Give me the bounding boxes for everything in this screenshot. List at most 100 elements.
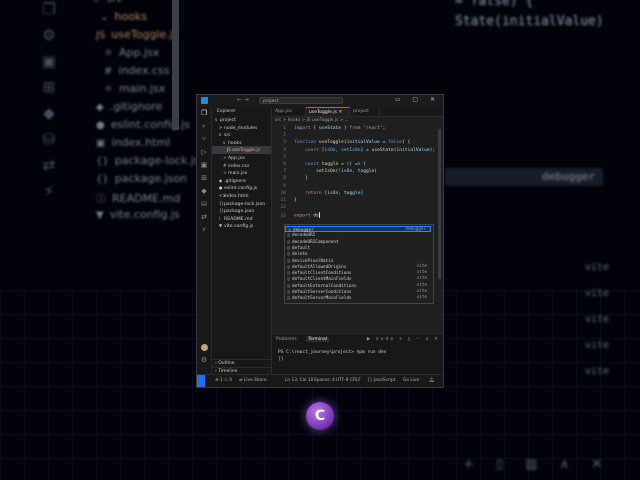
tab-problems[interactable]: Problems <box>276 337 297 342</box>
background-file-item: ◆ .gitignore <box>96 100 162 113</box>
code-line[interactable]: 8 } <box>272 176 442 183</box>
suggestion-item[interactable]: ◫ defaultAllowedOrigins vite <box>285 264 431 270</box>
code-line[interactable]: 10 return [isOn, toggle] <box>272 191 442 198</box>
encoding[interactable]: UTF-8 <box>336 378 349 383</box>
suggestion-item[interactable]: ◫ delete <box>285 251 431 257</box>
live-share-button[interactable]: ⇄ Live Share <box>239 378 267 383</box>
suggestion-item[interactable]: ◫ defaultServerConditions vite <box>285 289 431 295</box>
tab-app-jsx[interactable]: App.jsx <box>272 107 306 116</box>
suggestion-item[interactable]: ◫ decodeURI <box>285 232 431 238</box>
line-number: 1 <box>283 126 286 131</box>
problems-count[interactable]: ⊗ 1 ⚠ 0 <box>215 378 232 383</box>
code-line[interactable]: 11} <box>272 198 442 205</box>
symbol-kind-icon: ◫ <box>287 232 290 238</box>
suggestion-item[interactable]: ◫ debugger debugger <box>285 226 431 233</box>
explorer-item[interactable]: i README.md <box>212 215 271 223</box>
code-line[interactable]: 5 <box>272 155 442 162</box>
code-line[interactable]: 1 import { useState } from "react"; <box>272 126 442 133</box>
notifications-icon[interactable]: 🔔︎ <box>429 378 434 383</box>
file-type-icon: # <box>104 66 113 77</box>
suggestion-detail: vite <box>416 263 427 269</box>
explorer-item[interactable]: ⚛App.jsx <box>212 154 271 162</box>
suggestion-detail: vite <box>416 289 427 294</box>
suggestion-item[interactable]: ◫ devicePixelRatio <box>285 258 431 264</box>
code-line[interactable]: 9 <box>272 184 442 191</box>
file-type-icon: ▣ <box>96 138 106 149</box>
command-search-input[interactable]: project <box>259 97 343 104</box>
explorer-item[interactable]: v hooks <box>212 139 271 147</box>
suggestion-item[interactable]: ◫ defaultClientMainFields vite <box>285 276 431 282</box>
code-token: ] <box>360 190 364 196</box>
explorer-item[interactable]: {}package.json <box>212 207 271 215</box>
explorer-item[interactable]: {}package-lock.json <box>212 200 271 208</box>
indentation[interactable]: Spaces: 4 <box>314 378 335 383</box>
live-share-icon[interactable]: ⇄ <box>197 211 211 224</box>
suggestion-item[interactable]: ◫ defaultExternalConditions vite <box>285 283 431 289</box>
testing-icon[interactable]: ◆ <box>197 185 211 198</box>
go-live-button[interactable]: Go Live <box>403 378 419 383</box>
tab-terminal[interactable]: Terminal <box>306 337 330 342</box>
run-debug-icon[interactable]: ▷ <box>197 146 211 159</box>
suggestion-item[interactable]: ◫ decodeURIComponent <box>285 239 431 245</box>
explorer-item[interactable]: <>index.html <box>212 192 271 200</box>
background-file-item: {} package.json <box>96 172 187 185</box>
code-line[interactable]: 3 function useToggle(initialValue = false… <box>272 140 442 147</box>
remote-indicator[interactable] <box>197 375 205 387</box>
code-line[interactable]: 13 export de <box>272 212 442 219</box>
code-line[interactable]: 7 setIsOn(!isOn, toggle) <box>272 169 442 176</box>
explorer-item[interactable]: v src <box>212 131 271 139</box>
suggestion-item[interactable]: ◫ defaultServerMainFields vite <box>285 295 431 301</box>
code-token: initialValue <box>396 147 430 153</box>
code-line[interactable]: 12 <box>272 205 442 212</box>
tab-label: useToggle.js <box>309 110 338 115</box>
explorer-item[interactable]: JSuseToggle.js <box>212 146 271 154</box>
code-token: setIsOn <box>341 147 361 153</box>
file-type-icon: JS <box>96 30 106 41</box>
explorer-item[interactable]: > node_modules <box>212 124 271 132</box>
explorer-item[interactable]: ◆ .gitignore <box>212 177 271 185</box>
code-line[interactable]: 6 const toggle = () => { <box>272 162 442 169</box>
code-token: "react" <box>360 126 383 131</box>
outline-section[interactable]: › Outline <box>212 359 271 367</box>
python-icon: ⛁ <box>42 130 56 148</box>
symbol-kind-icon: ◫ <box>287 270 290 276</box>
suggestion-label: default <box>292 245 311 251</box>
explorer-icon[interactable]: ❐ <box>197 107 211 120</box>
explorer-item[interactable]: ▼ vite.config.js <box>212 222 271 230</box>
code-token: ); <box>429 147 436 153</box>
extensions-icon[interactable]: ⊞ <box>197 172 211 185</box>
explorer-item[interactable]: v project <box>212 116 271 124</box>
suggestion-label: defaultExternalConditions <box>292 283 357 289</box>
tab-label: project <box>353 109 369 114</box>
explorer-item[interactable]: ● eslint.config.js <box>212 184 271 192</box>
accounts-avatar[interactable] <box>200 344 208 351</box>
source-control-icon[interactable]: ⑂ <box>197 133 211 146</box>
remote-explorer-icon[interactable]: ▣ <box>197 159 211 172</box>
nav-arrows-icon[interactable]: ← → <box>237 96 249 103</box>
panel-controls[interactable]: ▶ node + ▯ ⋯ ∧ ✕ <box>367 337 440 342</box>
search-icon[interactable]: ⌕ <box>197 120 211 133</box>
background-file-label: index.css <box>118 64 170 77</box>
manage-gear-icon[interactable]: ⚙ <box>197 354 211 367</box>
window-controls[interactable]: ▭ ▢ ✕ <box>395 96 440 103</box>
explorer-item-label: package-lock.json <box>224 201 266 207</box>
background-vite-label: vite <box>585 262 610 273</box>
python-icon[interactable]: ⛁ <box>197 198 211 211</box>
explorer-item[interactable]: # index.css <box>212 162 271 170</box>
code-line[interactable]: 4 const [isOn, setIsOn] = useState(initi… <box>272 148 442 155</box>
copilot-icon[interactable]: ⚡ <box>197 224 211 237</box>
explorer-sidebar: Explorer v project > node_modules v src v hooks… <box>212 107 272 375</box>
code-line[interactable]: 2 <box>272 133 442 140</box>
explorer-item[interactable]: ⚛main.jsx <box>212 169 271 177</box>
tab-usetoggle-js[interactable]: useToggle.js ✕ <box>306 107 350 116</box>
code-token: useToggle <box>318 140 344 146</box>
cursor-position[interactable]: Ln 13, Col 10 <box>285 378 313 383</box>
tab-project[interactable]: project <box>350 107 380 116</box>
suggestion-item[interactable]: ◫ default <box>285 245 431 251</box>
suggestion-item[interactable]: ◫ defaultClientConditions vite <box>285 270 431 276</box>
line-ending[interactable]: CRLF <box>350 378 361 383</box>
symbol-kind-icon: ◫ <box>287 282 290 288</box>
editor-scrollbar[interactable] <box>438 129 441 279</box>
breadcrumb[interactable]: src > hooks > JS useToggle.js > ... <box>275 118 349 123</box>
language-mode[interactable]: {} JavaScript <box>367 378 395 383</box>
